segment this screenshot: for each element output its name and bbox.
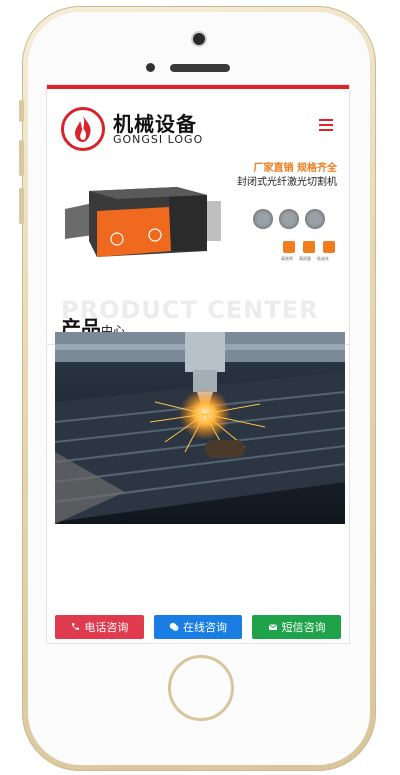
hamburger-menu-icon[interactable] xyxy=(319,119,333,131)
banner-product-name: 封闭式光纤激光切割机 xyxy=(237,177,337,188)
chat-icon xyxy=(169,622,179,631)
feature-label: 高效率 xyxy=(281,256,293,261)
volume-down-button xyxy=(19,188,24,224)
screen: 机械设备 GONGSI LOGO 厂家直销 规格齐全 封闭式光纤激光切割机 高效… xyxy=(46,84,350,644)
home-button[interactable] xyxy=(168,655,234,721)
product-photo[interactable] xyxy=(55,332,345,524)
feature-labels: 高效率 高质量 低成本 xyxy=(281,256,329,262)
mute-switch xyxy=(19,100,24,122)
banner-tagline: 厂家直销 规格齐全 xyxy=(253,163,337,174)
flame-logo-icon[interactable] xyxy=(61,107,105,151)
sms-consult-button[interactable]: 短信咨询 xyxy=(252,615,342,639)
contact-action-bar: 电话咨询 在线咨询 短信咨询 xyxy=(47,615,349,643)
phone-consult-label: 电话咨询 xyxy=(84,621,129,634)
site-header: 机械设备 GONGSI LOGO xyxy=(47,89,349,155)
earpiece-speaker xyxy=(170,64,230,72)
volume-up-button xyxy=(19,140,24,176)
laser-cutter-image xyxy=(65,187,221,257)
feature-thumbnails xyxy=(253,209,325,229)
phone-icon xyxy=(72,623,80,631)
hero-banner[interactable]: 厂家直销 规格齐全 封闭式光纤激光切割机 高效率 高质量 低成本 xyxy=(47,155,349,290)
sms-consult-label: 短信咨询 xyxy=(281,621,326,634)
proximity-sensor xyxy=(146,63,155,72)
phone-consult-button[interactable]: 电话咨询 xyxy=(55,615,144,639)
logo-subtitle: GONGSI LOGO xyxy=(113,133,204,146)
feature-icons xyxy=(283,241,335,253)
online-consult-button[interactable]: 在线咨询 xyxy=(153,615,243,639)
feature-label: 低成本 xyxy=(317,256,329,261)
online-consult-label: 在线咨询 xyxy=(183,621,227,634)
message-icon xyxy=(268,624,277,630)
feature-label: 高质量 xyxy=(299,256,311,261)
front-camera xyxy=(193,33,205,45)
